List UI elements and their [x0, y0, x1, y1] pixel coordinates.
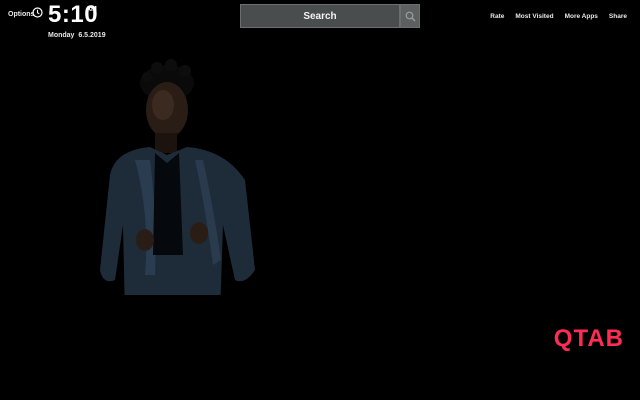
- search-input[interactable]: [240, 4, 400, 28]
- clock-icon[interactable]: [32, 7, 43, 18]
- top-nav: Rate Most Visited More Apps Share: [490, 13, 627, 20]
- more-apps-link[interactable]: More Apps: [565, 13, 598, 20]
- search-icon: [405, 11, 415, 21]
- wallpaper-figure: [95, 55, 265, 400]
- clock-ampm: AM: [86, 6, 97, 13]
- rate-link[interactable]: Rate: [490, 13, 504, 20]
- clock-date: Monday 6.5.2019: [48, 32, 106, 39]
- search-button[interactable]: [400, 4, 420, 28]
- share-link[interactable]: Share: [609, 13, 627, 20]
- options-button[interactable]: Options: [8, 11, 34, 18]
- qtab-logo[interactable]: QTAB: [554, 327, 624, 351]
- new-tab-page: Options 5:10 AM Monday 6.5.2019 Rate Mos…: [0, 0, 640, 400]
- most-visited-link[interactable]: Most Visited: [515, 13, 553, 20]
